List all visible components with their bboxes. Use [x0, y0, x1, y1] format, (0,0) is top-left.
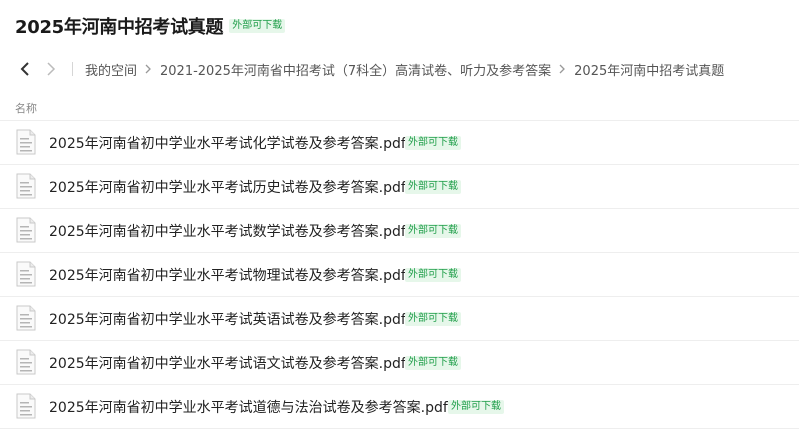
- column-header-name[interactable]: 名称: [15, 100, 37, 116]
- external-download-badge: 外部可下载: [405, 312, 461, 326]
- external-download-badge: 外部可下载: [405, 356, 461, 370]
- file-name[interactable]: 2025年河南省初中学业水平考试语文试卷及参考答案.pdf: [49, 353, 406, 373]
- external-download-badge: 外部可下载: [405, 268, 461, 282]
- file-row[interactable]: 2025年河南省初中学业水平考试数学试卷及参考答案.pdf 外部可下载: [0, 209, 799, 253]
- file-name[interactable]: 2025年河南省初中学业水平考试道德与法治试卷及参考答案.pdf: [49, 397, 448, 417]
- breadcrumb-item-current[interactable]: 2025年河南中招考试真题: [574, 60, 724, 79]
- file-name[interactable]: 2025年河南省初中学业水平考试英语试卷及参考答案.pdf: [49, 309, 406, 329]
- file-row[interactable]: 2025年河南省初中学业水平考试物理试卷及参考答案.pdf 外部可下载: [0, 253, 799, 297]
- breadcrumb-divider: [72, 62, 73, 76]
- pdf-file-icon: [16, 129, 36, 155]
- file-row[interactable]: 2025年河南省初中学业水平考试历史试卷及参考答案.pdf 外部可下载: [0, 165, 799, 209]
- breadcrumb: 我的空间 2021-2025年河南省中招考试（7科全）高清试卷、听力及参考答案 …: [0, 56, 799, 82]
- external-download-badge: 外部可下载: [405, 224, 461, 238]
- external-download-badge: 外部可下载: [405, 136, 461, 150]
- page-header: 2025年河南中招考试真题 外部可下载: [15, 14, 286, 38]
- pdf-file-icon: [16, 349, 36, 375]
- file-row[interactable]: 2025年河南省初中学业水平考试语文试卷及参考答案.pdf 外部可下载: [0, 341, 799, 385]
- file-row[interactable]: 2025年河南省初中学业水平考试化学试卷及参考答案.pdf 外部可下载: [0, 121, 799, 165]
- file-row[interactable]: 2025年河南省初中学业水平考试英语试卷及参考答案.pdf 外部可下载: [0, 297, 799, 341]
- external-download-badge: 外部可下载: [448, 400, 504, 414]
- external-download-badge: 外部可下载: [229, 19, 286, 33]
- chevron-right-icon: [559, 64, 566, 74]
- back-button[interactable]: [16, 59, 34, 79]
- file-list: 2025年河南省初中学业水平考试化学试卷及参考答案.pdf 外部可下载 2025…: [0, 121, 799, 429]
- pdf-file-icon: [16, 305, 36, 331]
- pdf-file-icon: [16, 393, 36, 419]
- file-browser-page: 2025年河南中招考试真题 外部可下载 我的空间 2021-2025年河南省中招…: [0, 0, 799, 443]
- pdf-file-icon: [16, 217, 36, 243]
- breadcrumb-item-folder[interactable]: 2021-2025年河南省中招考试（7科全）高清试卷、听力及参考答案: [160, 60, 551, 79]
- page-title: 2025年河南中招考试真题: [15, 17, 224, 38]
- file-name[interactable]: 2025年河南省初中学业水平考试数学试卷及参考答案.pdf: [49, 221, 406, 241]
- pdf-file-icon: [16, 173, 36, 199]
- file-name[interactable]: 2025年河南省初中学业水平考试化学试卷及参考答案.pdf: [49, 133, 406, 153]
- file-name[interactable]: 2025年河南省初中学业水平考试历史试卷及参考答案.pdf: [49, 177, 406, 197]
- chevron-right-icon: [145, 64, 152, 74]
- chevron-left-icon: [20, 62, 29, 76]
- forward-button[interactable]: [42, 59, 60, 79]
- external-download-badge: 外部可下载: [405, 180, 461, 194]
- file-row[interactable]: 2025年河南省初中学业水平考试道德与法治试卷及参考答案.pdf 外部可下载: [0, 385, 799, 429]
- breadcrumb-item-my-space[interactable]: 我的空间: [85, 60, 137, 79]
- pdf-file-icon: [16, 261, 36, 287]
- chevron-right-icon: [47, 62, 56, 76]
- file-name[interactable]: 2025年河南省初中学业水平考试物理试卷及参考答案.pdf: [49, 265, 406, 285]
